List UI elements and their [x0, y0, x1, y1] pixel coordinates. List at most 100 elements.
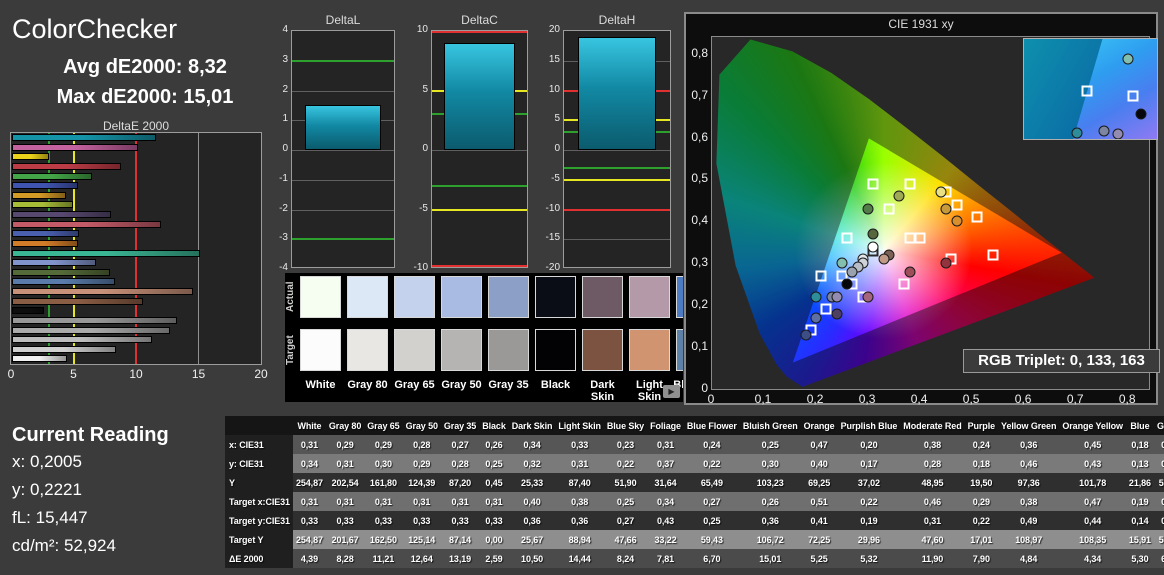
table-cell: 103,23 [739, 473, 801, 492]
deltae-bar-gray-50 [12, 326, 170, 334]
deltah-tick--10: -10 [545, 202, 560, 214]
table-cell: 0,22 [683, 454, 740, 473]
cie-y-tick-0,4: 0,4 [691, 213, 708, 228]
table-col-header-dark-skin[interactable]: Dark Skin [508, 416, 556, 435]
table-cell: 0,49 [1153, 511, 1164, 530]
target-swatch-gray-65[interactable] [394, 329, 435, 371]
table-row-label: Y [225, 473, 293, 492]
actual-swatch-gray-50[interactable] [441, 276, 482, 318]
table-cell: 7,90 [964, 549, 999, 568]
actual-swatch-light-skin[interactable] [629, 276, 670, 318]
table-cell: 0,13 [1125, 454, 1154, 473]
cie-x-tick-0,5: 0,5 [962, 392, 980, 406]
actual-swatch-dark-skin[interactable] [582, 276, 623, 318]
table-col-header-white[interactable]: White [292, 416, 326, 435]
target-swatch-gray-50[interactable] [441, 329, 482, 371]
cie-target-orange [971, 211, 983, 223]
deltal-title: DeltaL [325, 13, 361, 27]
deltal-tick-4: 4 [282, 24, 288, 35]
cie-inset-point-0 [1122, 53, 1134, 65]
table-cell: 10,50 [508, 549, 556, 568]
table-cell: 0,34 [508, 435, 556, 454]
target-swatch-gray-80[interactable] [347, 329, 388, 371]
table-col-header-purple[interactable]: Purple [964, 416, 999, 435]
swatch-scroll-right-button[interactable]: ▶ [663, 385, 680, 398]
table-cell: 0,38 [998, 492, 1060, 511]
target-swatch-black[interactable] [535, 329, 576, 371]
cie-y-tick-0,5: 0,5 [691, 171, 708, 186]
table-header-row: White Gray 80 Gray 65 Gray 50 Gray 35 Black Da… [225, 416, 1164, 435]
actual-swatch-gray-80[interactable] [347, 276, 388, 318]
deltae-bar-orange [12, 239, 78, 247]
table-cell: 124,39 [402, 473, 441, 492]
limit-line--3 [292, 238, 394, 241]
table-cell: 0,47 [800, 435, 838, 454]
deltac-tick-10: 10 [416, 24, 428, 35]
cie-measured-orange [951, 215, 962, 227]
target-swatch-white[interactable] [300, 329, 341, 371]
table-col-header-blue[interactable]: Blue [1125, 416, 1154, 435]
table-col-header-bluish-green[interactable]: Bluish Green [739, 416, 801, 435]
table-cell: 0,49 [998, 511, 1060, 530]
deltae-x-tick-20: 20 [254, 367, 268, 381]
table-cell: 0,44 [1059, 511, 1126, 530]
cie-target-bluish-green [841, 232, 853, 244]
deltah-tick-5: 5 [554, 113, 560, 125]
actual-swatch-gray-35[interactable] [488, 276, 529, 318]
deltae-bar-gray-35 [12, 316, 177, 324]
table-cell: 87,20 [440, 473, 480, 492]
cie-measured-purple [831, 308, 843, 320]
table-cell: 0,38 [900, 435, 965, 454]
deltal-tick-0: 0 [282, 143, 288, 154]
swatch-label: Dark Skin [590, 379, 615, 402]
table-col-header-gray-65[interactable]: Gray 65 [364, 416, 403, 435]
target-row-label: Target [285, 335, 296, 365]
table-col-header-gray-80[interactable]: Gray 80 [325, 416, 365, 435]
table-cell: 0,31 [900, 511, 965, 530]
table-cell: 0,38 [555, 492, 604, 511]
table-col-header-light-skin[interactable]: Light Skin [555, 416, 604, 435]
deltah-tick-10: 10 [548, 83, 560, 95]
table-cell: 161,80 [364, 473, 403, 492]
target-swatch-gray-35[interactable] [488, 329, 529, 371]
table-cell: 0,00 [479, 530, 509, 549]
table-row-0: x: CIE31 0,31 0,29 0,29 0,28 0,27 0,26 0,34 0,33… [225, 435, 1164, 454]
table-cell: 5,32 [837, 549, 901, 568]
table-cell: 0,41 [800, 511, 838, 530]
table-cell: 4,39 [292, 549, 326, 568]
table-col-header-gray-50[interactable]: Gray 50 [402, 416, 441, 435]
avg-de2000: Avg dE2000: 8,32 [63, 56, 227, 78]
table-cell: 101,78 [1059, 473, 1126, 492]
table-col-header-blue-flower[interactable]: Blue Flower [683, 416, 740, 435]
table-cell: 108,35 [1059, 530, 1126, 549]
actual-swatch-gray-65[interactable] [394, 276, 435, 318]
target-swatch-dark-skin[interactable] [582, 329, 623, 371]
table-cell: 14,44 [555, 549, 604, 568]
deltac-tick--10: -10 [413, 262, 428, 273]
table-col-header-orange-yellow[interactable]: Orange Yellow [1059, 416, 1126, 435]
table-col-header-orange[interactable]: Orange [800, 416, 838, 435]
table-cell: 51,90 [603, 473, 648, 492]
table-row-label: Target y:CIE31 [225, 511, 293, 530]
target-swatch-light-skin[interactable] [629, 329, 670, 371]
deltae-bar-magenta [12, 143, 139, 151]
deltae-bar-yellow-green [12, 201, 73, 209]
deltal-tick--1: -1 [279, 172, 288, 184]
table-col-header-yellow-green[interactable]: Yellow Green [998, 416, 1060, 435]
deltae-bar-purplish-blue [12, 230, 79, 238]
actual-swatch-white[interactable] [300, 276, 341, 318]
table-col-header-foliage[interactable]: Foliage [647, 416, 684, 435]
current-reading-line-1: y: 0,2221 [12, 480, 82, 499]
table-col-header-moderate-red[interactable]: Moderate Red [900, 416, 965, 435]
swatch-panel: Actual Target White Gray 80 Gray 65 Gray 50… [285, 273, 683, 402]
table-cell: 4,34 [1059, 549, 1126, 568]
table-col-header-black[interactable]: Black [479, 416, 509, 435]
table-col-header-gray-35[interactable]: Gray 35 [440, 416, 480, 435]
table-cell: 0,33 [555, 435, 604, 454]
table-col-header-blue-sky[interactable]: Blue Sky [603, 416, 648, 435]
table-col-header-purplish-blue[interactable]: Purplish Blue [837, 416, 901, 435]
deltae-bar-moderate-red [12, 220, 161, 228]
actual-swatch-black[interactable] [535, 276, 576, 318]
deltae-x-tick-15: 15 [191, 367, 206, 381]
table-col-header-green[interactable]: Green [1153, 416, 1164, 435]
